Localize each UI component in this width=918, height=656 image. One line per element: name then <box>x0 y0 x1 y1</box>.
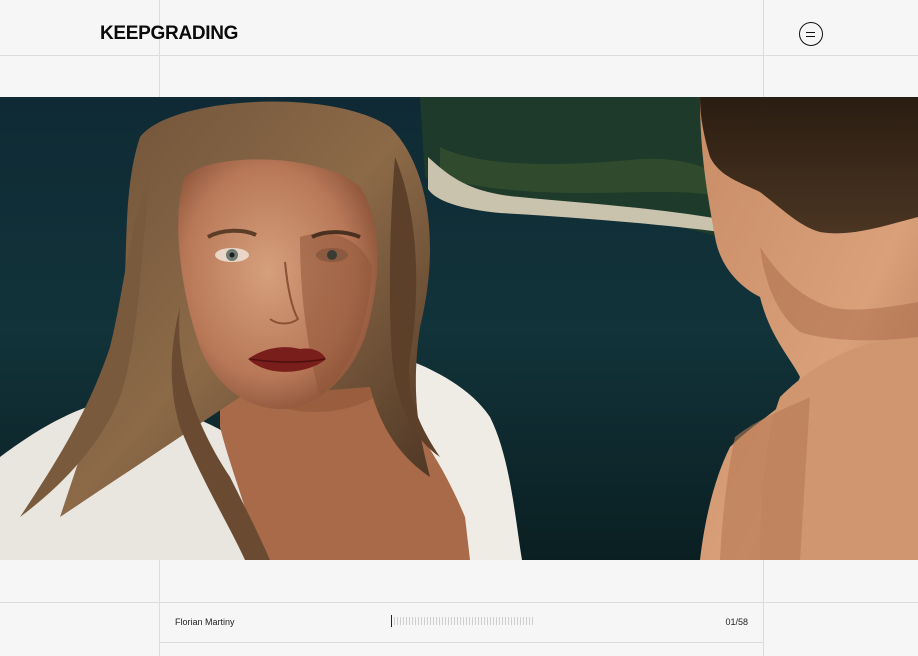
grid-line <box>159 0 160 97</box>
brand-logo[interactable]: KEEPGRADING <box>100 22 238 46</box>
gallery-progress-slider[interactable] <box>389 615 534 627</box>
grid-line <box>763 560 764 656</box>
hero-photo[interactable] <box>0 97 918 560</box>
photographer-name: Florian Martiny <box>175 617 235 627</box>
progress-handle[interactable] <box>391 615 392 627</box>
grid-line <box>0 55 918 56</box>
menu-icon-line <box>806 35 815 37</box>
grid-line <box>159 560 160 656</box>
slide-counter: 01/58 <box>725 617 748 627</box>
grid-line <box>0 602 918 603</box>
hero-image <box>0 97 918 560</box>
grid-line <box>763 0 764 97</box>
menu-icon-line <box>806 31 815 33</box>
grid-line <box>159 642 764 643</box>
progress-track <box>391 617 534 625</box>
page: KEEPGRADING Florian Martiny 01/58 <box>0 0 918 656</box>
menu-button[interactable] <box>799 22 823 46</box>
